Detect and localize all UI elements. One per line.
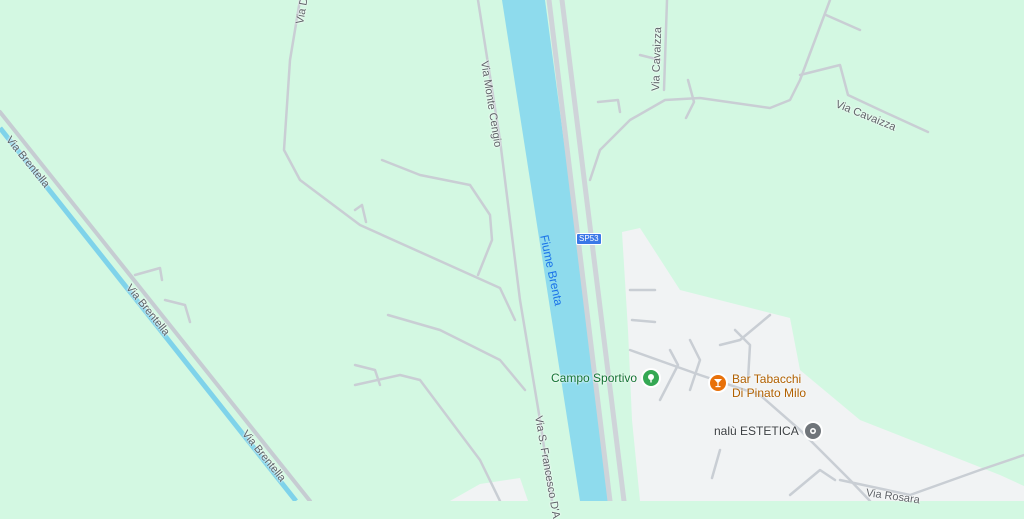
road-minor-4[interactable]: [353, 373, 502, 501]
sp53-shield[interactable]: SP53: [576, 233, 602, 245]
park-icon[interactable]: [643, 370, 660, 386]
poi-nalu-estetica[interactable]: nalù ESTETICA: [714, 423, 821, 439]
road-minor-2[interactable]: [380, 158, 494, 277]
poi-campo-sportivo-label[interactable]: Campo Sportivo: [551, 371, 637, 385]
road-minor-6[interactable]: [133, 266, 164, 282]
road-via-brentella[interactable]: [0, 110, 312, 501]
road-ne-small[interactable]: [824, 13, 862, 32]
urban-area: [622, 228, 1024, 501]
road-north-small[interactable]: [662, 0, 669, 92]
label-via-cavaizza-1: Via Cavaizza: [650, 26, 665, 92]
poi-nalu-estetica-label[interactable]: nalù ESTETICA: [714, 424, 799, 438]
road-minor-3[interactable]: [386, 313, 527, 392]
road-cavaizza-branch-2[interactable]: [596, 98, 622, 114]
urban-area-south: [450, 478, 528, 501]
poi-bar-tabacchi-label[interactable]: Bar Tabacchi Di Pinato Milo: [732, 372, 806, 400]
road-minor-8[interactable]: [353, 203, 368, 224]
road-via-cavaizza[interactable]: [588, 0, 832, 182]
poi-campo-sportivo[interactable]: Campo Sportivo: [551, 370, 660, 386]
road-minor-7[interactable]: [163, 298, 192, 324]
cocktail-icon[interactable]: [710, 375, 726, 391]
poi-bar-tabacchi-line2: Di Pinato Milo: [732, 386, 807, 400]
poi-bar-tabacchi[interactable]: Bar Tabacchi Di Pinato Milo: [710, 372, 806, 400]
place-icon[interactable]: [804, 423, 821, 439]
poi-bar-tabacchi-line1: Bar Tabacchi: [732, 372, 802, 386]
map-canvas[interactable]: [0, 0, 1024, 501]
